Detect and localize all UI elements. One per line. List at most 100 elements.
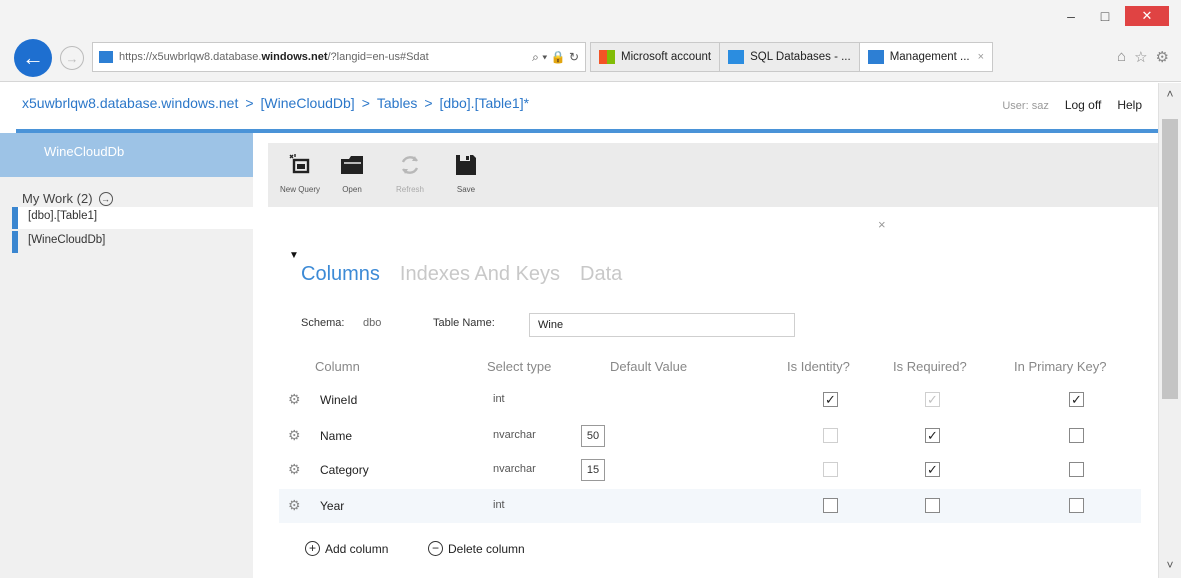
lock-icon[interactable]: 🔒 [551, 50, 566, 64]
is-required-checkbox[interactable]: ✓ [925, 462, 940, 477]
column-type[interactable]: nvarchar [493, 429, 536, 441]
tab-microsoft-account[interactable]: Microsoft account [590, 42, 721, 72]
favorites-star-icon[interactable]: ☆ [1134, 48, 1147, 66]
header-default-value: Default Value [610, 359, 688, 374]
column-length-input[interactable]: 15 [581, 459, 605, 481]
page-scrollbar[interactable]: ˄ ˅ [1158, 83, 1181, 578]
save-button[interactable]: Save [440, 147, 492, 194]
breadcrumb-tables[interactable]: Tables [377, 95, 417, 111]
is-identity-checkbox[interactable] [823, 428, 838, 443]
in-primary-key-checkbox[interactable] [1069, 462, 1084, 477]
open-button[interactable]: Open [326, 147, 378, 194]
my-work-header[interactable]: My Work (2) → [22, 191, 113, 206]
folder-icon [326, 147, 378, 183]
column-name[interactable]: WineId [320, 393, 357, 407]
tab-label: SQL Databases - ... [750, 51, 851, 63]
sidebar: WineCloudDb My Work (2) → [dbo].[Table1]… [0, 133, 253, 578]
logoff-link[interactable]: Log off [1065, 98, 1101, 112]
user-name: User: saz [1002, 100, 1049, 112]
table-designer: New Query Open Refresh Save × ▼ Columns … [253, 133, 1158, 578]
arrow-right-circle-icon[interactable]: → [98, 191, 113, 206]
maximize-button[interactable]: □ [1091, 6, 1119, 26]
scroll-thumb[interactable] [1162, 119, 1178, 399]
schema-value: dbo [363, 317, 382, 329]
breadcrumb-separator: > [245, 95, 254, 111]
settings-gear-icon[interactable]: ⚙ [1156, 48, 1169, 66]
sidebar-item-table1[interactable]: [dbo].[Table1] [12, 207, 253, 229]
tab-columns[interactable]: Columns [301, 263, 380, 286]
gear-icon[interactable]: ⚙ [288, 427, 301, 444]
breadcrumb-separator: > [424, 95, 433, 111]
column-name[interactable]: Category [320, 463, 369, 477]
table-name-label: Table Name: [433, 317, 495, 329]
refresh-button[interactable]: Refresh [384, 147, 436, 194]
minimize-button[interactable]: – [1057, 6, 1085, 26]
breadcrumb-database[interactable]: [WineCloudDb] [261, 95, 355, 111]
is-required-checkbox[interactable] [925, 498, 940, 513]
close-designer-icon[interactable]: × [878, 217, 886, 232]
is-identity-checkbox[interactable] [823, 462, 838, 477]
column-name[interactable]: Year [320, 499, 344, 513]
add-column-button[interactable]: + Add column [305, 541, 388, 556]
gear-icon[interactable]: ⚙ [288, 461, 301, 478]
table-row[interactable]: ⚙ Year int [279, 489, 1141, 523]
tab-close-icon[interactable]: × [978, 51, 984, 63]
open-label: Open [342, 185, 362, 194]
home-icon[interactable]: ⌂ [1117, 48, 1126, 66]
gear-icon[interactable]: ⚙ [288, 497, 301, 514]
url-host: windows.net [261, 51, 328, 63]
refresh-page-icon[interactable]: ↻ [569, 50, 579, 64]
tab-data[interactable]: Data [580, 263, 622, 286]
column-name[interactable]: Name [320, 429, 352, 443]
column-type[interactable]: int [493, 393, 505, 405]
gear-icon[interactable]: ⚙ [288, 391, 301, 408]
add-column-label: Add column [325, 541, 389, 556]
save-label: Save [456, 185, 476, 194]
table-row[interactable]: ⚙ WineId int ✓ ✓ ✓ [279, 383, 1141, 417]
refresh-label: Refresh [395, 185, 424, 194]
tab-label: Microsoft account [621, 51, 712, 63]
is-identity-checkbox[interactable] [823, 498, 838, 513]
back-button[interactable]: ← [14, 39, 52, 77]
search-icon[interactable]: ⌕ [532, 50, 539, 64]
table-name-input[interactable] [529, 313, 795, 337]
url-prefix: https://x5uwbrlqw8.database. [119, 51, 262, 63]
breadcrumb-table[interactable]: [dbo].[Table1]* [440, 95, 530, 111]
column-type[interactable]: int [493, 499, 505, 511]
tab-management[interactable]: Management ... × [859, 42, 994, 72]
column-length-input[interactable]: 50 [581, 425, 605, 447]
help-link[interactable]: Help [1117, 98, 1142, 112]
caret-down-icon: ▼ [289, 250, 299, 261]
address-bar-icons: ⌕ ▾ 🔒 ↻ [526, 50, 579, 65]
close-window-button[interactable]: ✕ [1125, 6, 1169, 26]
scroll-up-icon[interactable]: ˄ [1159, 87, 1181, 101]
header-in-primary-key: In Primary Key? [1014, 359, 1107, 374]
sidebar-item-winedb[interactable]: [WineCloudDb] [12, 231, 253, 253]
plus-circle-icon: + [305, 541, 320, 556]
minus-circle-icon: − [428, 541, 443, 556]
in-primary-key-checkbox[interactable] [1069, 428, 1084, 443]
table-row[interactable]: ⚙ Category nvarchar 15 ✓ [279, 453, 1141, 487]
delete-column-button[interactable]: − Delete column [428, 541, 525, 556]
breadcrumb-separator: > [361, 95, 370, 111]
is-identity-checkbox[interactable]: ✓ [823, 392, 838, 407]
column-type[interactable]: nvarchar [493, 463, 536, 475]
sidebar-database-title[interactable]: WineCloudDb [0, 133, 253, 177]
sidebar-item-label: [dbo].[Table1] [28, 210, 98, 222]
table-row[interactable]: ⚙ Name nvarchar 50 ✓ [279, 419, 1141, 453]
tab-indexes-and-keys[interactable]: Indexes And Keys [400, 263, 560, 286]
dropdown-icon[interactable]: ▾ [542, 50, 547, 64]
in-primary-key-checkbox[interactable]: ✓ [1069, 392, 1084, 407]
tab-sql-databases[interactable]: SQL Databases - ... [720, 42, 860, 72]
new-query-button[interactable]: New Query [274, 147, 326, 194]
address-bar[interactable]: https://x5uwbrlqw8.database. windows.net /… [92, 42, 586, 72]
breadcrumb: x5uwbrlqw8.database.windows.net > [WineClo… [22, 95, 529, 111]
forward-button[interactable]: → [60, 46, 84, 70]
new-query-icon [274, 147, 326, 183]
breadcrumb-server[interactable]: x5uwbrlqw8.database.windows.net [22, 95, 238, 111]
in-primary-key-checkbox[interactable] [1069, 498, 1084, 513]
sidebar-item-label: [WineCloudDb] [28, 234, 106, 246]
is-required-checkbox[interactable]: ✓ [925, 428, 940, 443]
is-required-checkbox[interactable]: ✓ [925, 392, 940, 407]
scroll-down-icon[interactable]: ˅ [1159, 558, 1181, 572]
